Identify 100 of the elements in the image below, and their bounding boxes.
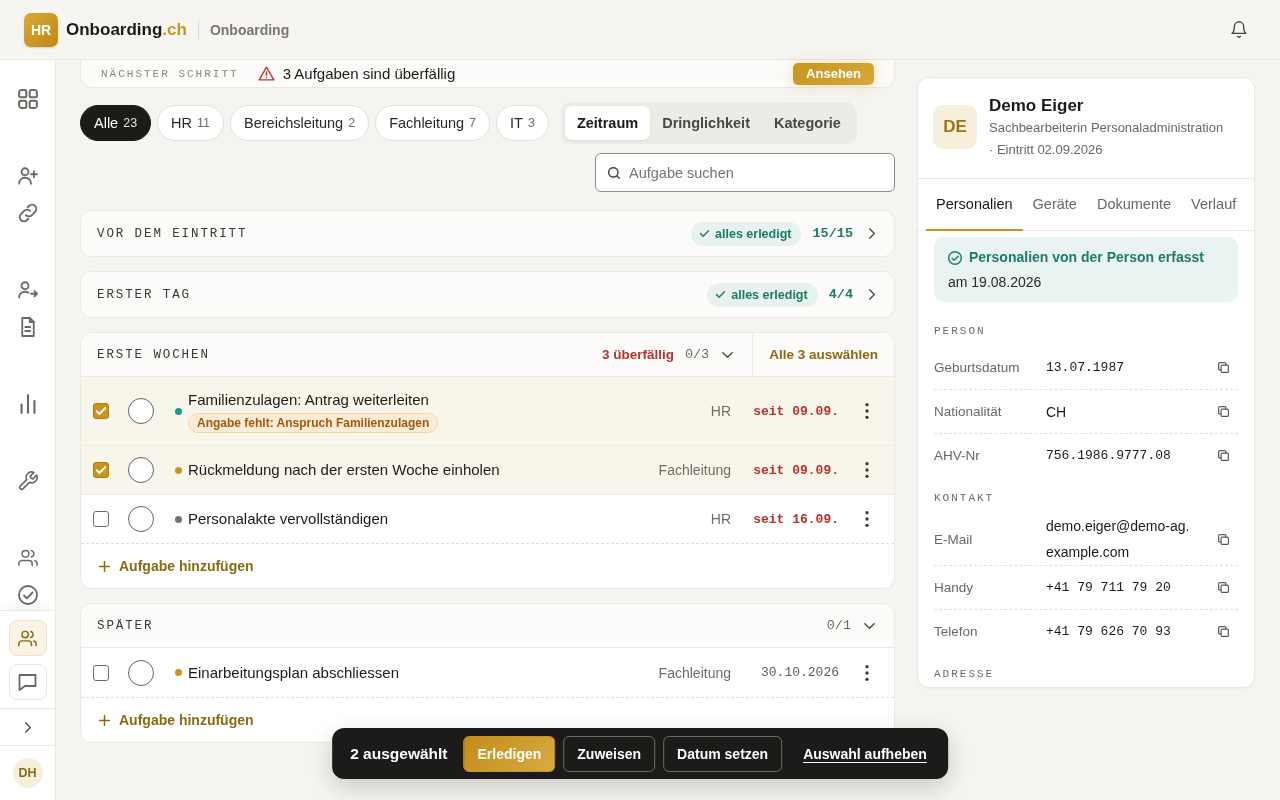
section-title: ERSTER TAG [97, 287, 191, 302]
copy-icon[interactable] [1218, 406, 1229, 417]
user-arrow-icon[interactable] [17, 280, 38, 300]
group-heading: PERSON [934, 324, 987, 338]
filter-chip[interactable]: HR 11 [157, 105, 225, 141]
notice-date: am 19.08.2026 [948, 274, 1043, 291]
chevron-down-icon[interactable] [722, 351, 734, 358]
copy-icon[interactable] [1218, 533, 1229, 545]
panel-tab[interactable]: Geräte [1022, 179, 1087, 231]
selection-count: 2 ausgewählt [350, 744, 448, 763]
due-date: seit 09.09. [753, 462, 839, 478]
check-circle-icon [948, 250, 962, 265]
complete-toggle[interactable] [128, 398, 154, 424]
kebab-menu-icon[interactable] [865, 403, 869, 419]
overdue-message: 3 Aufgaben sind überfällig [282, 65, 456, 82]
group-by-tab[interactable]: Dringlichkeit [650, 106, 762, 140]
progress-count: 15/15 [812, 226, 853, 241]
kebab-menu-icon[interactable] [865, 462, 869, 478]
add-task-button[interactable]: Aufgabe hinzufügen [99, 712, 254, 728]
filter-chip[interactable]: Bereichsleitung 2 [230, 105, 370, 141]
check-icon [700, 230, 710, 237]
user-avatar[interactable]: DH [12, 758, 43, 788]
page-title: Onboarding [209, 21, 290, 38]
task-row[interactable]: Familienzulagen: Antrag weiterleiten Angabe fehlt: Anspruch Familienzulagen HR seit 09.09. [81, 377, 894, 445]
copy-icon[interactable] [1218, 626, 1229, 637]
user-plus-icon[interactable] [17, 166, 38, 186]
check-icon [96, 466, 106, 474]
kebab-menu-icon[interactable] [865, 664, 869, 681]
section-title: ERSTE WOCHEN [97, 347, 210, 362]
link-icon[interactable] [17, 203, 38, 223]
complete-toggle[interactable] [128, 506, 154, 532]
checkbox[interactable] [93, 403, 109, 419]
overdue-count: 3 überfällig [601, 347, 674, 362]
complete-toggle[interactable] [128, 457, 154, 483]
field-label: Nationalität [934, 404, 1003, 419]
select-all-button[interactable]: Alle 3 auswählen [753, 333, 894, 376]
checkbox[interactable] [93, 511, 109, 527]
field-value: +41 79 711 79 20 [1046, 578, 1172, 597]
due-date: 30.10.2026 [760, 665, 839, 680]
field-label: E-Mail [934, 531, 974, 547]
group-heading: ADRESSE [934, 667, 996, 681]
filter-chip[interactable]: Fachleitung 7 [375, 105, 491, 141]
missing-info-tag: Angabe fehlt: Anspruch Familienzulagen [188, 412, 439, 433]
task-row[interactable]: Rückmeldung nach der ersten Woche einholen Fachleitung seit 09.09. [81, 445, 894, 494]
person-avatar: DE [933, 105, 977, 149]
status-label: alles erledigt [715, 226, 792, 241]
chevron-right-icon[interactable] [24, 721, 31, 733]
wrench-icon[interactable] [17, 471, 38, 491]
kebab-menu-icon[interactable] [865, 511, 869, 527]
field-label: Geburtsdatum [934, 360, 1021, 375]
group-heading: KONTAKT [934, 491, 996, 505]
copy-icon[interactable] [1218, 450, 1229, 461]
filter-chip[interactable]: IT 3 [496, 105, 549, 141]
checkbox[interactable] [93, 462, 109, 478]
bar-chart-icon[interactable] [17, 394, 38, 414]
people-icon[interactable] [17, 548, 38, 568]
field-value: CH [1046, 402, 1068, 422]
clear-selection-link[interactable]: Auswahl aufheben [803, 745, 927, 762]
search-field[interactable]: Aufgabe suchen [595, 153, 895, 192]
chevron-down-icon[interactable] [864, 622, 875, 629]
chevron-right-icon[interactable] [869, 289, 875, 300]
progress-count: 0/3 [684, 347, 710, 362]
group-by-tab[interactable]: Kategorie [762, 106, 853, 140]
check-circle-icon[interactable] [17, 585, 38, 605]
assignee-label: Fachleitung [658, 664, 731, 681]
add-task-button[interactable]: Aufgabe hinzufügen [99, 558, 254, 574]
due-date: seit 16.09. [753, 511, 839, 527]
panel-tab[interactable]: Personalien [926, 179, 1023, 231]
panel-tab[interactable]: Dokumente [1086, 179, 1182, 231]
warning-icon [257, 66, 275, 81]
chevron-right-icon[interactable] [869, 228, 875, 239]
check-icon [96, 407, 106, 415]
copy-icon[interactable] [1218, 362, 1229, 373]
field-label: Telefon [934, 624, 979, 639]
progress-count: 0/1 [826, 618, 851, 633]
next-step-label: NÄCHSTER SCHRITT [101, 67, 239, 80]
assignee-label: HR [710, 403, 731, 419]
grid-icon[interactable] [17, 89, 38, 109]
person-name: Demo Eiger [989, 96, 1085, 116]
status-label: alles erledigt [731, 287, 808, 302]
search-icon [608, 166, 620, 179]
section-title: VOR DEM EINTRITT [97, 226, 248, 241]
field-value: 756.1986.9777.08 [1046, 446, 1172, 465]
group-by-tab[interactable]: Zeitraum [564, 106, 651, 140]
task-title: Personalakte vervollständigen [188, 509, 389, 529]
notification-bell-icon[interactable] [1231, 21, 1247, 38]
brand-name: Onboarding.ch [66, 19, 187, 40]
team-nav-button[interactable] [8, 620, 47, 656]
copy-icon[interactable] [1218, 582, 1229, 593]
due-date: seit 09.09. [753, 403, 839, 419]
task-title: Einarbeitungsplan abschliessen [188, 662, 399, 683]
complete-toggle[interactable] [128, 659, 154, 686]
progress-count: 4/4 [828, 287, 853, 302]
plus-icon [99, 714, 110, 726]
check-icon [716, 291, 726, 298]
panel-tab[interactable]: Verlauf [1181, 179, 1247, 231]
chat-nav-button[interactable] [8, 664, 47, 700]
filter-chip[interactable]: Alle 23 [80, 105, 152, 141]
field-value: +41 79 626 70 93 [1046, 622, 1172, 641]
checkbox[interactable] [93, 664, 109, 681]
